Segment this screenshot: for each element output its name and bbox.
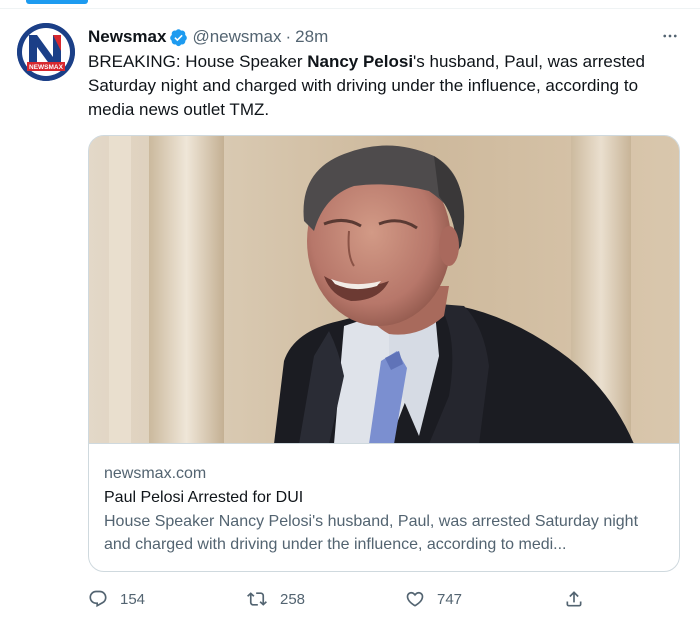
avatar-label: NEWSMAX (29, 64, 64, 71)
card-domain: newsmax.com (104, 465, 207, 482)
reply-button[interactable]: 154 (88, 586, 145, 612)
separator: · (285, 27, 292, 46)
share-button[interactable] (564, 586, 584, 612)
retweet-icon (246, 589, 268, 609)
card-title: Paul Pelosi Arrested for DUI (104, 489, 304, 506)
retweet-button[interactable]: 258 (246, 586, 305, 612)
top-divider (0, 8, 700, 9)
top-tab-indicator (26, 0, 88, 4)
like-button[interactable]: 747 (405, 586, 462, 612)
card-description: House Speaker Nancy Pelosi's husband, Pa… (104, 513, 639, 553)
more-icon[interactable] (658, 24, 682, 48)
avatar[interactable]: NEWSMAX (17, 23, 75, 81)
card-image (89, 136, 679, 444)
share-icon (564, 589, 584, 609)
like-count: 747 (437, 590, 463, 608)
reply-count: 154 (120, 590, 146, 608)
tweet-header: Newsmax @newsmax · 28m (88, 26, 328, 48)
tweet-text-before: BREAKING: House Speaker (88, 52, 308, 71)
retweet-count: 258 (280, 590, 306, 608)
verified-icon (169, 28, 188, 47)
newsmax-logo: NEWSMAX (17, 23, 75, 81)
author-handle[interactable]: @newsmax (192, 26, 281, 48)
reply-icon (88, 589, 108, 609)
tweet-text: BREAKING: House Speaker Nancy Pelosi's h… (88, 50, 678, 122)
card-meta: newsmax.com Paul Pelosi Arrested for DUI… (104, 462, 669, 556)
link-card[interactable]: newsmax.com Paul Pelosi Arrested for DUI… (88, 135, 680, 572)
tweet-text-bold: Nancy Pelosi (307, 52, 414, 71)
tweet-actions: 154 258 747 (88, 586, 598, 612)
author-name[interactable]: Newsmax (88, 26, 166, 48)
timestamp[interactable]: 28m (295, 26, 328, 48)
like-icon (405, 589, 425, 609)
